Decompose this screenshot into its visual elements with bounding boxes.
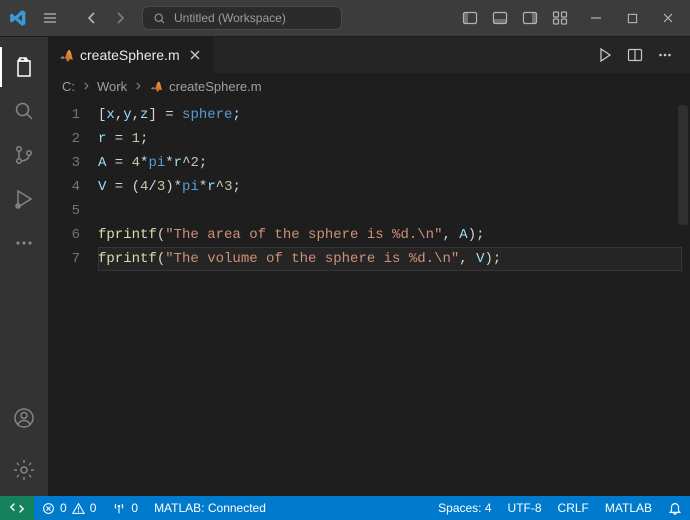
status-notifications[interactable] xyxy=(660,496,690,520)
status-bar: 0 0 0 MATLAB: Connected Spaces: 4 UTF-8 … xyxy=(0,496,690,520)
line-number: 2 xyxy=(48,127,80,151)
editor-more-button[interactable] xyxy=(654,44,676,66)
warning-icon xyxy=(72,502,85,515)
window-controls xyxy=(578,0,686,36)
line-number: 5 xyxy=(48,199,80,223)
editor-group: createSphere.m xyxy=(48,37,690,496)
breadcrumb-root[interactable]: C: xyxy=(62,79,75,94)
activity-explorer[interactable] xyxy=(0,45,48,89)
status-indent[interactable]: Spaces: 4 xyxy=(430,496,499,520)
code-line[interactable]: A = 4*pi*r^2; xyxy=(98,151,690,175)
editor-actions xyxy=(594,37,684,73)
search-icon xyxy=(153,12,166,25)
line-number: 4 xyxy=(48,175,80,199)
customize-layout-button[interactable] xyxy=(546,4,574,32)
matlab-file-icon xyxy=(58,47,74,63)
titlebar: Untitled (Workspace) xyxy=(0,0,690,36)
code-line[interactable]: V = (4/3)*pi*r^3; xyxy=(98,175,690,199)
activity-bar xyxy=(0,37,48,496)
activity-source-control[interactable] xyxy=(0,133,48,177)
tab-bar: createSphere.m xyxy=(48,37,690,73)
toggle-secondary-sidebar-button[interactable] xyxy=(516,4,544,32)
status-matlab[interactable]: MATLAB: Connected xyxy=(146,496,274,520)
line-gutter: 1234567 xyxy=(48,99,92,496)
status-errors-count: 0 xyxy=(60,501,67,515)
status-language-text: MATLAB xyxy=(605,501,652,515)
code-content[interactable]: [x,y,z] = sphere;r = 1;A = 4*pi*r^2;V = … xyxy=(92,99,690,496)
antenna-icon xyxy=(112,501,126,515)
activity-accounts[interactable] xyxy=(0,396,48,440)
toggle-primary-sidebar-button[interactable] xyxy=(456,4,484,32)
status-eol[interactable]: CRLF xyxy=(550,496,597,520)
error-icon xyxy=(42,502,55,515)
window-close-button[interactable] xyxy=(650,0,686,36)
breadcrumb[interactable]: C: Work createSphere.m xyxy=(48,73,690,99)
code-line[interactable]: fprintf("The area of the sphere is %d.\n… xyxy=(98,223,690,247)
activity-run-debug[interactable] xyxy=(0,177,48,221)
code-line[interactable] xyxy=(98,199,690,223)
activity-settings[interactable] xyxy=(0,448,48,492)
command-center-search[interactable]: Untitled (Workspace) xyxy=(142,6,342,30)
status-indent-text: Spaces: 4 xyxy=(438,501,491,515)
breadcrumb-file[interactable]: createSphere.m xyxy=(169,79,262,94)
status-matlab-text: MATLAB: Connected xyxy=(154,501,266,515)
code-line[interactable]: fprintf("The volume of the sphere is %d.… xyxy=(98,247,682,271)
status-ports[interactable]: 0 xyxy=(104,496,146,520)
nav-forward-button[interactable] xyxy=(106,4,134,32)
toggle-panel-button[interactable] xyxy=(486,4,514,32)
chevron-right-icon xyxy=(81,81,91,91)
nav-back-button[interactable] xyxy=(78,4,106,32)
chevron-right-icon xyxy=(133,81,143,91)
matlab-file-icon xyxy=(149,79,163,93)
status-encoding[interactable]: UTF-8 xyxy=(500,496,550,520)
status-ports-count: 0 xyxy=(131,501,138,515)
bell-icon xyxy=(668,501,682,515)
remote-indicator[interactable] xyxy=(0,496,34,520)
line-number: 7 xyxy=(48,247,80,271)
tab-label: createSphere.m xyxy=(80,47,180,63)
status-problems[interactable]: 0 0 xyxy=(34,496,104,520)
tab-close-button[interactable] xyxy=(186,46,204,64)
layout-controls xyxy=(456,4,574,32)
tab-createSphere[interactable]: createSphere.m xyxy=(48,37,215,73)
line-number: 3 xyxy=(48,151,80,175)
line-number: 1 xyxy=(48,103,80,127)
activity-more[interactable] xyxy=(0,221,48,265)
command-center-text: Untitled (Workspace) xyxy=(174,11,286,25)
window-minimize-button[interactable] xyxy=(578,0,614,36)
status-encoding-text: UTF-8 xyxy=(508,501,542,515)
code-editor[interactable]: 1234567 [x,y,z] = sphere;r = 1;A = 4*pi*… xyxy=(48,99,690,496)
code-line[interactable]: [x,y,z] = sphere; xyxy=(98,103,690,127)
breadcrumb-folder[interactable]: Work xyxy=(97,79,127,94)
window-maximize-button[interactable] xyxy=(614,0,650,36)
menu-button[interactable] xyxy=(36,4,64,32)
status-language[interactable]: MATLAB xyxy=(597,496,660,520)
run-file-button[interactable] xyxy=(594,44,616,66)
split-editor-button[interactable] xyxy=(624,44,646,66)
status-warnings-count: 0 xyxy=(90,501,97,515)
activity-search[interactable] xyxy=(0,89,48,133)
vscode-logo-icon xyxy=(8,8,28,28)
line-number: 6 xyxy=(48,223,80,247)
code-line[interactable]: r = 1; xyxy=(98,127,690,151)
vertical-scrollbar[interactable] xyxy=(678,105,688,225)
status-eol-text: CRLF xyxy=(558,501,589,515)
